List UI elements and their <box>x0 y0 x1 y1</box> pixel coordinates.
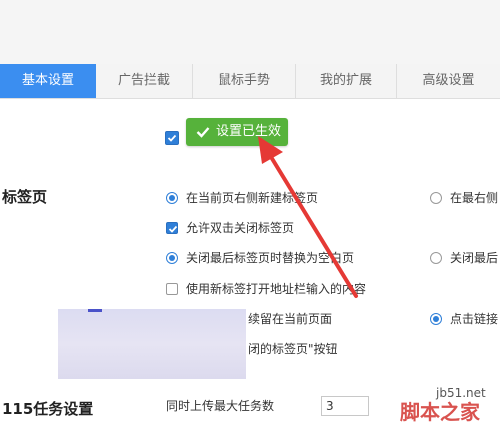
red-arrow-annotation <box>258 136 358 298</box>
